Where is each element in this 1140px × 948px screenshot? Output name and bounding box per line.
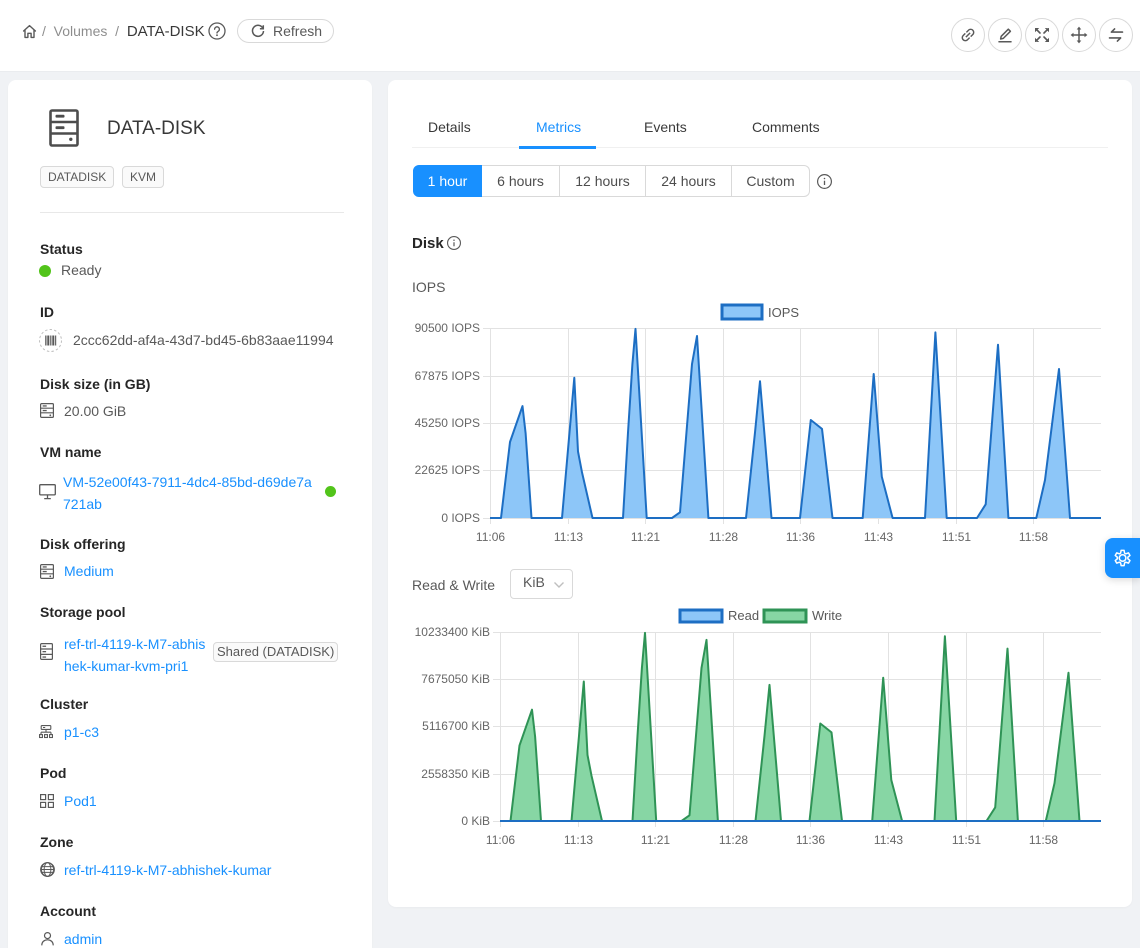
svg-text:11:43: 11:43 [874, 833, 903, 847]
svg-text:7675050 KiB: 7675050 KiB [421, 672, 490, 686]
svg-text:67875 IOPS: 67875 IOPS [415, 369, 480, 383]
svg-text:11:36: 11:36 [796, 833, 825, 847]
svg-text:11:21: 11:21 [641, 833, 670, 847]
svg-text:5116700 KiB: 5116700 KiB [422, 719, 490, 733]
svg-text:11:36: 11:36 [786, 530, 815, 544]
svg-text:2558350 KiB: 2558350 KiB [421, 767, 490, 781]
svg-text:11:13: 11:13 [554, 530, 583, 544]
svg-text:45250 IOPS: 45250 IOPS [415, 416, 480, 430]
svg-text:Read: Read [728, 608, 759, 623]
svg-text:11:58: 11:58 [1019, 530, 1048, 544]
svg-text:11:21: 11:21 [631, 530, 660, 544]
svg-text:11:28: 11:28 [709, 530, 738, 544]
svg-text:11:51: 11:51 [952, 833, 981, 847]
svg-text:11:51: 11:51 [942, 530, 971, 544]
svg-text:11:06: 11:06 [476, 530, 505, 544]
svg-text:11:13: 11:13 [564, 833, 593, 847]
svg-text:11:06: 11:06 [486, 833, 515, 847]
svg-text:0 IOPS: 0 IOPS [441, 511, 480, 525]
svg-text:Write: Write [812, 608, 842, 623]
svg-text:0 KiB: 0 KiB [461, 814, 490, 828]
svg-text:90500 IOPS: 90500 IOPS [415, 321, 480, 335]
svg-text:11:58: 11:58 [1029, 833, 1058, 847]
svg-text:10233400 KiB: 10233400 KiB [415, 625, 490, 639]
svg-text:22625 IOPS: 22625 IOPS [415, 463, 480, 477]
svg-text:11:43: 11:43 [864, 530, 893, 544]
svg-text:IOPS: IOPS [768, 305, 799, 320]
svg-text:11:28: 11:28 [719, 833, 748, 847]
